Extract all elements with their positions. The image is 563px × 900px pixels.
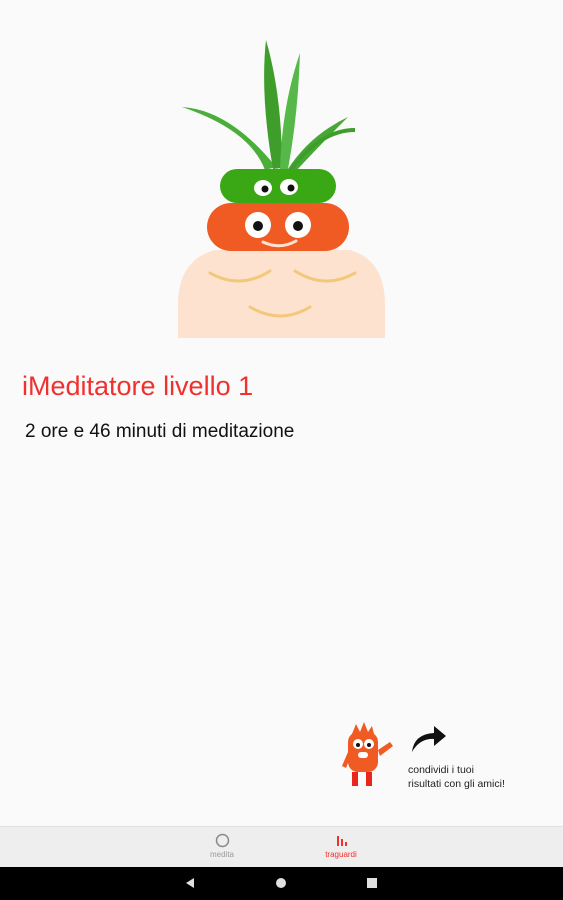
home-circle-icon[interactable] [275, 877, 287, 889]
share-mascot-icon [342, 722, 393, 786]
share-button[interactable]: condividi i tuoi risultati con gli amici… [340, 718, 540, 798]
share-arrow-icon [412, 726, 446, 752]
nav-label-medita: medita [209, 850, 234, 859]
back-triangle-icon[interactable] [184, 877, 196, 889]
bar-chart-icon [336, 836, 347, 846]
share-text-line2: risultati con gli amici! [408, 778, 505, 790]
bottom-navigation: medita traguardi [0, 826, 563, 867]
mascot-illustration [178, 40, 385, 338]
share-text: condividi i tuoi risultati con gli amici… [408, 763, 548, 791]
nav-item-traguardi[interactable]: traguardi [306, 833, 376, 859]
nav-label-traguardi: traguardi [325, 850, 357, 859]
level-title: iMeditatore livello 1 [22, 371, 254, 401]
share-text-line1: condividi i tuoi [408, 764, 474, 776]
nav-item-medita[interactable]: medita [187, 833, 257, 859]
recents-square-icon[interactable] [366, 877, 378, 889]
meditation-time: 2 ore e 46 minuti di meditazione [25, 421, 295, 442]
circle-icon [215, 833, 229, 848]
system-navigation-bar [0, 867, 563, 900]
